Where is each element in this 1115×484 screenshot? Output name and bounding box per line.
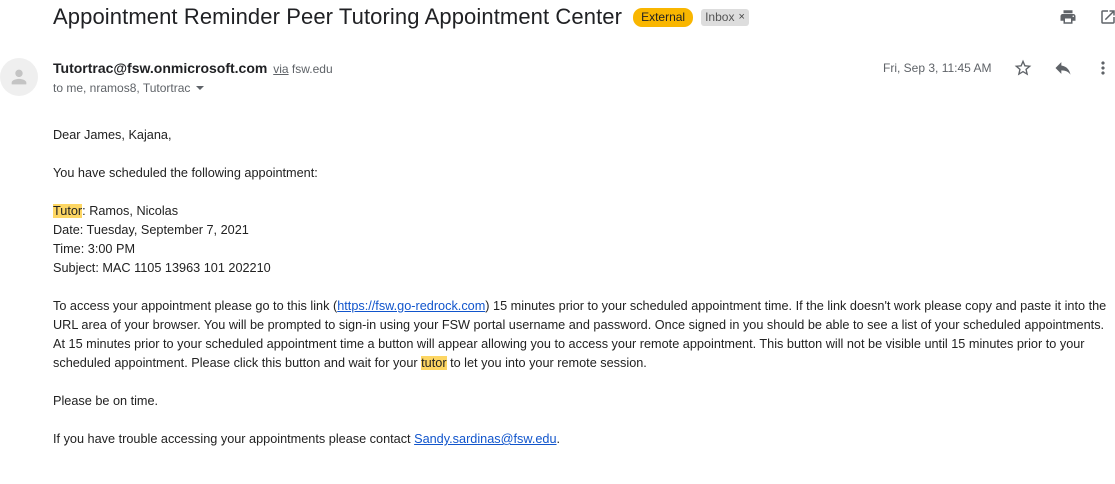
sender-line: Tutortrac@fsw.onmicrosoft.com via fsw.ed… xyxy=(53,60,333,76)
print-icon xyxy=(1060,10,1076,24)
more-vert-icon xyxy=(1101,61,1105,75)
greeting: Dear James, Kajana, xyxy=(53,128,172,142)
recipients-line: to me, nramos8, Tutortrac xyxy=(53,81,205,95)
contact-end: . xyxy=(556,432,561,446)
inbox-label[interactable]: Inbox × xyxy=(701,8,749,26)
redrock-link[interactable]: https://fsw.go-redrock.com xyxy=(337,299,485,313)
time-line: Time: 3:00 PM xyxy=(53,242,136,256)
inbox-label-text: Inbox xyxy=(705,9,735,24)
on-time-text: Please be on time. xyxy=(53,394,159,408)
instructions-paragraph: To access your appointment please go to … xyxy=(53,297,1113,373)
date-line: Date: Tuesday, September 7, 2021 xyxy=(53,223,249,237)
reply-button[interactable] xyxy=(1053,58,1075,80)
tutor-value: : Ramos, Nicolas xyxy=(82,204,179,218)
email-view: Appointment Reminder Peer Tutoring Appoi… xyxy=(0,0,1115,484)
tutor-line: Tutor: Ramos, Nicolas xyxy=(53,202,1113,221)
star-button[interactable] xyxy=(1013,58,1035,80)
email-body: Dear James, Kajana, You have scheduled t… xyxy=(53,126,1113,449)
contact-email-link[interactable]: Sandy.sardinas@fsw.edu xyxy=(414,432,556,446)
open-in-new-window-icon xyxy=(1101,10,1115,24)
remove-label-icon[interactable]: × xyxy=(738,10,744,25)
print-button[interactable] xyxy=(1057,6,1079,28)
recipients-text: to me, nramos8, Tutortrac xyxy=(53,81,191,95)
subject-line: Subject: MAC 1105 13963 101 202210 xyxy=(53,261,271,275)
via-link[interactable]: via xyxy=(273,62,288,76)
email-subject: Appointment Reminder Peer Tutoring Appoi… xyxy=(53,4,623,29)
chevron-down-icon[interactable] xyxy=(196,86,205,90)
sender-avatar[interactable] xyxy=(0,58,38,96)
open-in-new-window-button[interactable] xyxy=(1097,6,1115,28)
tutor-word-highlight: tutor xyxy=(421,356,447,370)
external-label: External xyxy=(633,7,694,27)
contact-text: If you have trouble accessing your appoi… xyxy=(53,432,415,446)
instructions-part-3: to let you into your remote session. xyxy=(446,356,647,370)
intro-text: You have scheduled the following appoint… xyxy=(53,166,318,180)
reply-icon xyxy=(1055,62,1071,75)
more-options-button[interactable] xyxy=(1093,58,1115,80)
contact-line: If you have trouble accessing your appoi… xyxy=(53,430,1113,449)
via-domain: fsw.edu xyxy=(291,62,333,76)
tutor-highlight: Tutor xyxy=(53,204,83,218)
star-icon xyxy=(1014,59,1032,76)
instructions-part-1: To access your appointment please go to … xyxy=(53,299,338,313)
avatar-person-icon xyxy=(11,69,27,85)
sender-via: via fsw.edu xyxy=(273,62,332,76)
email-date: Fri, Sep 3, 11:45 AM xyxy=(883,61,992,75)
sender-email[interactable]: Tutortrac@fsw.onmicrosoft.com xyxy=(53,60,267,76)
subject-row: Appointment Reminder Peer Tutoring Appoi… xyxy=(53,3,749,31)
